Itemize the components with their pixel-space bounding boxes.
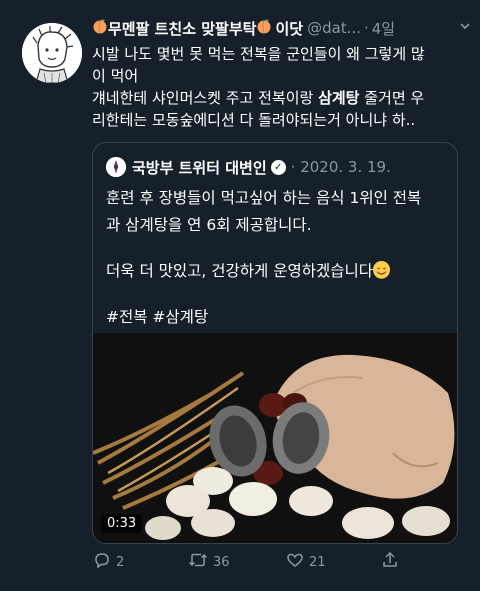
- quoted-display-name[interactable]: 국방부 트위터 대변인: [132, 157, 267, 178]
- tweet-actions: 2 36 21: [92, 550, 412, 574]
- video-player[interactable]: 0:33: [93, 333, 457, 543]
- user-handle[interactable]: @dat...: [307, 19, 361, 37]
- like-count: 21: [309, 554, 326, 570]
- tweet-header: 무멘팔 트친소 맞팔부탁 이닷 @dat... · 4일: [92, 16, 472, 40]
- share-icon: [380, 550, 404, 574]
- tweet-text-line: 시발 나도 몇번 못 먹는 전복을 군인들이 왜 그렇게 많: [92, 45, 425, 63]
- tweet-text-line: 이 먹어: [92, 67, 139, 85]
- tweet[interactable]: 무멘팔 트친소 맞팔부탁 이닷 @dat... · 4일 시발 나도 몇번 못 …: [0, 0, 480, 591]
- display-name[interactable]: 무멘팔 트친소 맞팔부탁: [108, 18, 256, 39]
- tweet-text-line: 걔네한테 샤인머스켓 주고 전복이랑 삼계탕 줄거면 우: [92, 87, 470, 109]
- retweet-button[interactable]: 36: [187, 550, 230, 574]
- quoted-text-line: 과 삼계탕을 연 6회 제공합니다.: [106, 216, 312, 234]
- tweet-timestamp[interactable]: 4일: [372, 18, 395, 39]
- quoted-text-line: 훈련 후 장병들이 먹고싶어 하는 음식 1위인 전복: [106, 189, 422, 207]
- video-thumbnail: [93, 333, 457, 543]
- verified-badge-icon: ✓: [270, 159, 286, 175]
- peach-emoji-icon: [256, 18, 272, 38]
- like-button[interactable]: 21: [285, 550, 326, 574]
- tweet-text-segment: 걔네한테 샤인머스켓 주고 전복이랑: [92, 89, 319, 107]
- reply-button[interactable]: 2: [92, 550, 124, 574]
- quoted-tweet-header: 국방부 트위터 대변인 ✓ · 2020. 3. 19.: [106, 157, 391, 177]
- quoted-tweet-text: 훈련 후 장병들이 먹고싶어 하는 음식 1위인 전복 과 삼계탕을 연 6회 …: [106, 185, 446, 331]
- separator-dot: ·: [363, 19, 369, 37]
- quoted-text-segment: 더욱 더 맛있고, 건강하게 운영하겠습니다: [106, 262, 374, 280]
- heart-icon: [285, 550, 309, 574]
- quoted-tweet[interactable]: 국방부 트위터 대변인 ✓ · 2020. 3. 19. 훈련 후 장병들이 먹…: [92, 142, 458, 544]
- tweet-text-segment: 줄거면 우: [359, 89, 425, 107]
- share-button[interactable]: [380, 550, 404, 574]
- quoted-text-line: 더욱 더 맛있고, 건강하게 운영하겠습니다: [106, 258, 446, 285]
- quoted-tweet-date: · 2020. 3. 19.: [290, 158, 391, 176]
- peach-emoji-icon: [92, 18, 108, 38]
- quoted-hashtags[interactable]: #전복 #삼계탕: [106, 304, 446, 331]
- chevron-down-icon[interactable]: [458, 18, 472, 37]
- retweet-count: 36: [213, 554, 230, 570]
- video-duration: 0:33: [101, 514, 143, 533]
- tweet-text: 시발 나도 몇번 못 먹는 전복을 군인들이 왜 그렇게 많 이 먹어 걔네한테…: [92, 43, 470, 131]
- reply-icon: [92, 550, 116, 574]
- quoted-user-avatar[interactable]: [106, 157, 126, 177]
- reply-count: 2: [116, 554, 125, 570]
- retweet-icon: [187, 550, 213, 574]
- tweet-text-line: 리한테는 모동숲에디션 다 돌려야되는거 아니냐 하..: [92, 111, 416, 129]
- smiling-face-emoji-icon: [373, 261, 391, 279]
- tweet-text-bold: 삼계탕: [318, 89, 360, 107]
- user-avatar[interactable]: [22, 23, 82, 83]
- display-name-suffix[interactable]: 이닷: [275, 18, 303, 39]
